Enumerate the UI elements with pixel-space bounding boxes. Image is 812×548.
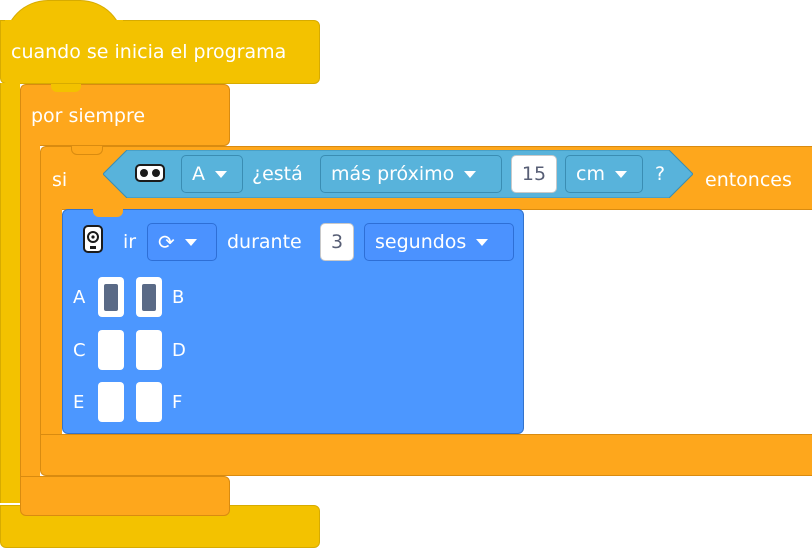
hat-join [5,20,123,23]
sensor-port-dropdown[interactable]: A [181,155,243,193]
port-label-f: F [172,392,183,413]
for-label: durante [227,231,302,253]
then-label: entonces [705,169,792,191]
forever-label: por siempre [31,105,146,127]
unit-value: cm [576,163,605,185]
port-d-toggle[interactable] [136,330,162,370]
is-label: ¿está [252,163,303,185]
distance-value-input[interactable]: 15 [511,155,557,193]
question-mark: ? [655,163,666,185]
notch [71,146,103,155]
notch [51,84,81,92]
duration-value-input[interactable]: 3 [320,223,354,261]
event-block-arm [0,83,20,503]
comparison-dropdown[interactable]: más próximo [320,155,502,193]
chevron-down-icon [184,238,197,246]
port-label-c: C [73,340,86,361]
forever-block[interactable]: por siempre [20,84,230,146]
comparison-value: más próximo [331,163,455,185]
sensor-port-value: A [192,163,205,185]
chevron-down-icon [614,170,627,178]
port-label-b: B [172,287,185,308]
if-block-arm [40,209,62,435]
distance-sensor-condition[interactable]: A ¿está más próximo 15 cm ? [103,150,693,198]
port-b-toggle[interactable] [136,277,162,317]
if-block-foot [40,434,812,476]
go-label: ir [123,231,137,253]
forever-block-foot [20,476,230,516]
unit-dropdown[interactable]: cm [565,155,643,193]
port-label-e: E [73,392,85,413]
chevron-down-icon [476,238,489,246]
chevron-down-icon [215,170,227,178]
duration-unit-dropdown[interactable]: segundos [364,223,514,261]
port-label-d: D [172,340,186,361]
port-label-a: A [73,287,86,308]
port-selector[interactable]: A B C D E F [63,274,203,434]
chevron-down-icon [464,170,477,178]
forever-block-arm [20,145,40,477]
move-for-seconds-block[interactable]: ir ⟳ durante 3 segundos A B C D E F [62,209,524,434]
if-label: si [52,169,68,191]
direction-dropdown[interactable]: ⟳ [147,223,217,261]
port-c-toggle[interactable] [98,330,124,370]
rotate-clockwise-icon: ⟳ [158,230,175,254]
distance-sensor-icon [135,162,165,184]
port-a-toggle[interactable] [98,277,124,317]
port-f-toggle[interactable] [136,382,162,422]
notch [93,209,123,217]
when-program-starts-block[interactable]: cuando se inicia el programa [0,20,320,84]
event-label: cuando se inicia el programa [11,41,287,63]
movement-motors-icon [82,224,104,254]
duration-unit-value: segundos [375,231,467,253]
port-e-toggle[interactable] [98,382,124,422]
